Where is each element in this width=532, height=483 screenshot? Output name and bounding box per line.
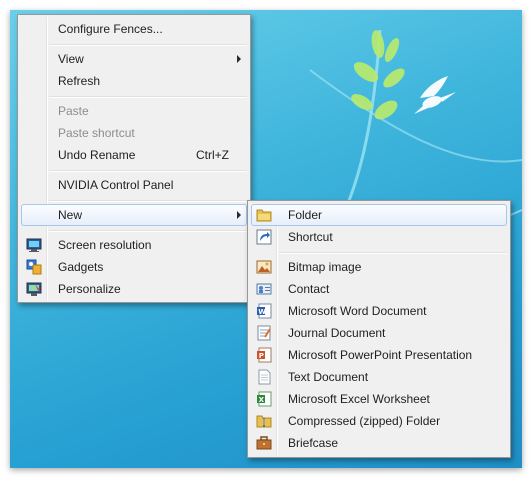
svg-text:W: W — [258, 308, 266, 316]
submenu-item-label: Compressed (zipped) Folder — [288, 414, 441, 428]
zip-folder-icon — [256, 413, 272, 429]
menu-item-label: Configure Fences... — [58, 22, 163, 36]
menu-separator — [49, 96, 247, 98]
journal-document-icon — [256, 325, 272, 341]
excel-icon: X — [256, 391, 272, 407]
menu-item-personalize[interactable]: Personalize — [21, 278, 247, 300]
menu-item-gadgets[interactable]: Gadgets — [21, 256, 247, 278]
submenu-item-label: Journal Document — [288, 326, 386, 340]
personalize-icon — [26, 281, 42, 297]
menu-item-paste-shortcut: Paste shortcut — [21, 122, 247, 144]
submenu-item-label: Microsoft Excel Worksheet — [288, 392, 430, 406]
menu-item-label: New — [58, 208, 83, 222]
menu-item-screen-resolution[interactable]: Screen resolution — [21, 234, 247, 256]
submenu-item-label: Text Document — [288, 370, 369, 384]
new-submenu: Folder Shortcut Bitmap image Contact W M… — [247, 200, 511, 458]
menu-item-label: NVIDIA Control Panel — [58, 178, 174, 192]
submenu-item-label: Folder — [288, 208, 323, 222]
text-document-icon — [256, 369, 272, 385]
submenu-item-briefcase[interactable]: Briefcase — [251, 432, 507, 454]
menu-item-label: Screen resolution — [58, 238, 152, 252]
submenu-item-folder[interactable]: Folder — [251, 204, 507, 226]
word-document-icon: W — [256, 303, 272, 319]
menu-item-paste: Paste — [21, 100, 247, 122]
briefcase-icon — [256, 435, 272, 451]
submenu-arrow-icon — [237, 55, 241, 63]
menu-separator — [49, 170, 247, 172]
menu-item-label: Paste shortcut — [58, 126, 135, 140]
menu-item-label: Personalize — [58, 282, 121, 296]
gadgets-icon — [26, 259, 42, 275]
submenu-item-label: Shortcut — [288, 230, 333, 244]
menu-item-view[interactable]: View — [21, 48, 247, 70]
submenu-item-word-document[interactable]: W Microsoft Word Document — [251, 300, 507, 322]
keyboard-shortcut: Ctrl+Z — [196, 148, 229, 162]
svg-text:P: P — [259, 352, 264, 360]
submenu-item-label: Bitmap image — [288, 260, 362, 274]
menu-item-label: Gadgets — [58, 260, 104, 274]
submenu-item-label: Contact — [288, 282, 330, 296]
menu-item-refresh[interactable]: Refresh — [21, 70, 247, 92]
desktop-context-menu: Configure Fences... View Refresh Paste P… — [17, 14, 251, 303]
submenu-item-label: Microsoft PowerPoint Presentation — [288, 348, 473, 362]
screen-resolution-icon — [26, 237, 42, 253]
menu-item-configure-fences[interactable]: Configure Fences... — [21, 18, 247, 40]
submenu-item-shortcut[interactable]: Shortcut — [251, 226, 507, 248]
shortcut-icon — [256, 229, 272, 245]
submenu-item-contact[interactable]: Contact — [251, 278, 507, 300]
menu-item-nvidia-control-panel[interactable]: NVIDIA Control Panel — [21, 174, 247, 196]
svg-text:X: X — [259, 396, 265, 404]
menu-separator — [49, 230, 247, 232]
menu-item-label: Paste — [58, 104, 89, 118]
submenu-arrow-icon — [237, 211, 241, 219]
submenu-item-journal-document[interactable]: Journal Document — [251, 322, 507, 344]
menu-item-label: Refresh — [58, 74, 101, 88]
submenu-item-label: Microsoft Word Document — [288, 304, 427, 318]
submenu-item-excel-worksheet[interactable]: X Microsoft Excel Worksheet — [251, 388, 507, 410]
menu-item-label: View — [58, 52, 84, 66]
submenu-item-bitmap-image[interactable]: Bitmap image — [251, 256, 507, 278]
menu-item-new[interactable]: New — [21, 204, 247, 226]
menu-separator — [49, 200, 247, 202]
powerpoint-icon: P — [256, 347, 272, 363]
menu-separator — [279, 252, 507, 254]
submenu-item-label: Briefcase — [288, 436, 339, 450]
menu-item-label: Undo Rename — [58, 148, 136, 162]
menu-separator — [49, 44, 247, 46]
submenu-item-compressed-folder[interactable]: Compressed (zipped) Folder — [251, 410, 507, 432]
bitmap-icon — [256, 259, 272, 275]
folder-icon — [256, 207, 272, 223]
submenu-item-text-document[interactable]: Text Document — [251, 366, 507, 388]
menu-item-undo-rename[interactable]: Undo Rename Ctrl+Z — [21, 144, 247, 166]
contact-icon — [256, 281, 272, 297]
submenu-item-powerpoint-presentation[interactable]: P Microsoft PowerPoint Presentation — [251, 344, 507, 366]
